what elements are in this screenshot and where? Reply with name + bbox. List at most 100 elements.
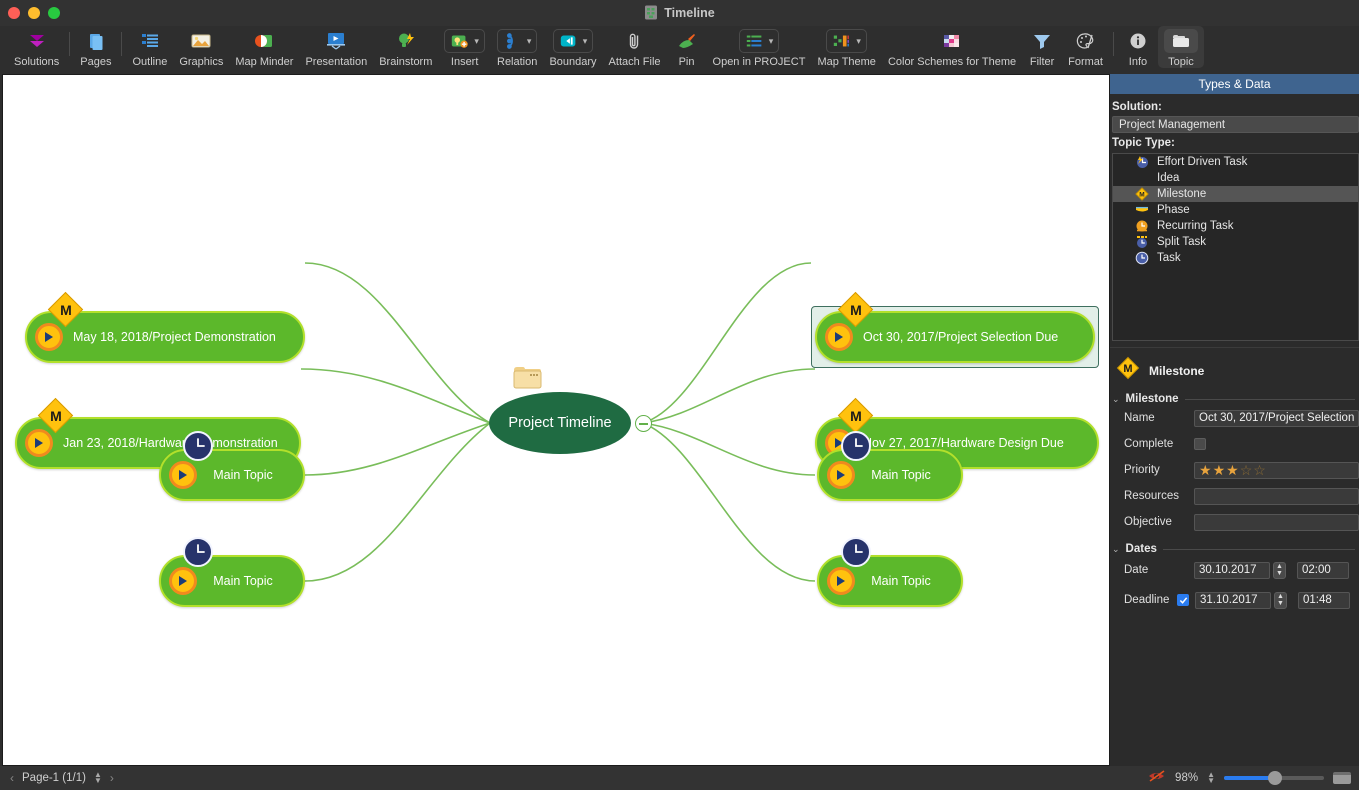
chevron-left-icon[interactable]: ‹ xyxy=(10,771,14,785)
chevron-down-icon[interactable]: ▾ xyxy=(769,36,774,46)
document-icon xyxy=(644,5,658,20)
field-row-complete: Complete xyxy=(1110,431,1359,457)
window-title: Timeline xyxy=(664,5,715,20)
deadline-time-input[interactable]: 01:48 xyxy=(1298,591,1350,609)
open-in-project-icon-box[interactable]: ▾ xyxy=(738,29,780,53)
topic-icon-box[interactable] xyxy=(1163,29,1198,53)
center-topic[interactable]: Project Timeline xyxy=(489,392,631,454)
toolbar-button-pin[interactable]: Pin xyxy=(667,26,707,68)
field-row-date: Date 30.10.2017 ▲ ▼ 02:00 xyxy=(1110,555,1359,585)
topic-node-label: Jan 23, 2018/Hardware Demonstration xyxy=(63,436,278,450)
page-stepper[interactable]: ▲ ▼ xyxy=(94,771,102,785)
toolbar-button-format[interactable]: Format xyxy=(1062,26,1109,68)
star-icon[interactable]: ☆ xyxy=(1240,463,1253,477)
resources-input[interactable] xyxy=(1194,487,1359,505)
mindmap-canvas[interactable]: Project Timeline M May 18, 2018/Project … xyxy=(2,74,1110,766)
toolbar: Solutions Pages Outline Graphics Map Min… xyxy=(0,26,1359,74)
play-icon xyxy=(827,461,855,489)
toolbar-button-boundary[interactable]: ▾ Boundary xyxy=(543,26,602,68)
toolbar-label: Outline xyxy=(132,56,168,68)
zoom-slider-handle[interactable] xyxy=(1268,771,1282,785)
star-icon[interactable]: ★ xyxy=(1199,463,1212,477)
collapse-toggle-button[interactable] xyxy=(635,415,652,432)
toolbar-button-open-in-project[interactable]: ▾ Open in PROJECT xyxy=(707,26,812,68)
star-icon[interactable]: ★ xyxy=(1213,463,1226,477)
toolbar-button-solutions[interactable]: Solutions xyxy=(8,26,65,68)
zoom-stepper[interactable]: ▲ ▼ xyxy=(1207,771,1215,785)
toolbar-label: Insert xyxy=(450,56,479,68)
toolbar-button-graphics[interactable]: Graphics xyxy=(173,26,229,68)
boundary-icon-box[interactable]: ▾ xyxy=(552,29,594,53)
priority-label: Priority xyxy=(1124,464,1160,476)
toolbar-button-info[interactable]: Info xyxy=(1118,26,1158,68)
star-icon[interactable]: ★ xyxy=(1226,463,1239,477)
milestone-section-header[interactable]: ⌄ Milestone xyxy=(1110,391,1359,405)
toolbar-button-filter[interactable]: Filter xyxy=(1022,26,1062,68)
toolbar-button-presentation[interactable]: Presentation xyxy=(299,26,373,68)
topic-node[interactable]: M Oct 30, 2017/Project Selection Due xyxy=(815,291,1095,363)
chevron-down-icon[interactable]: ▾ xyxy=(583,36,588,46)
milestone-icon: M xyxy=(1135,187,1149,201)
chevron-down-icon[interactable]: ⌄ xyxy=(1112,544,1120,555)
zoom-slider[interactable] xyxy=(1224,771,1324,785)
toolbar-button-map-theme[interactable]: ▾ Map Theme xyxy=(811,26,882,68)
section-divider xyxy=(1162,548,1355,550)
map-theme-icon-box[interactable]: ▾ xyxy=(826,29,867,53)
toolbar-button-pages[interactable]: Pages xyxy=(74,26,117,68)
deadline-stepper[interactable]: ▲ ▼ xyxy=(1274,591,1287,609)
toolbar-button-topic[interactable]: Topic xyxy=(1157,26,1204,68)
milestone-diamond-icon: M xyxy=(837,397,874,434)
topic-node[interactable]: Main Topic xyxy=(159,431,305,501)
topic-node[interactable]: M May 18, 2018/Project Demonstration xyxy=(25,291,305,363)
chevron-down-icon[interactable]: ▾ xyxy=(474,36,479,46)
topic-node[interactable]: Main Topic xyxy=(817,537,963,607)
deadline-checkbox[interactable] xyxy=(1177,594,1189,606)
connector-line xyxy=(300,368,491,424)
toolbar-label: Info xyxy=(1128,56,1148,68)
topic-type-item-phase[interactable]: Phase xyxy=(1113,202,1358,218)
date-stepper[interactable]: ▲ ▼ xyxy=(1273,561,1286,579)
chevron-down-icon[interactable]: ▾ xyxy=(856,36,861,46)
toolbar-button-relation[interactable]: ▾ Relation xyxy=(491,26,544,68)
title-bar: Timeline xyxy=(0,0,1359,26)
toolbar-button-attach-file[interactable]: Attach File xyxy=(603,26,667,68)
chevron-down-icon[interactable]: ▾ xyxy=(527,36,532,46)
topic-type-item-idea[interactable]: Idea xyxy=(1113,170,1358,186)
topic-icon xyxy=(1172,35,1189,47)
toolbar-button-insert[interactable]: ▾ Insert xyxy=(438,26,491,68)
chevron-right-icon[interactable]: › xyxy=(110,771,114,785)
window-title-group: Timeline xyxy=(0,5,1359,20)
topic-type-item-split-task[interactable]: Split Task xyxy=(1113,234,1358,250)
topic-type-item-task[interactable]: Task xyxy=(1113,250,1358,266)
dates-section-header[interactable]: ⌄ Dates xyxy=(1110,541,1359,555)
star-icon[interactable]: ☆ xyxy=(1253,463,1266,477)
topic-node-label: Main Topic xyxy=(871,574,931,588)
date-input[interactable]: 30.10.2017 xyxy=(1194,561,1270,579)
topic-type-list[interactable]: Effort Driven Task Idea M Milestone Phas… xyxy=(1112,153,1359,341)
topic-node[interactable]: Main Topic xyxy=(159,537,305,607)
task-icon xyxy=(1135,251,1149,265)
complete-checkbox[interactable] xyxy=(1194,438,1206,450)
deadline-input[interactable]: 31.10.2017 xyxy=(1195,591,1271,609)
chevron-down-icon[interactable]: ⌄ xyxy=(1112,394,1120,405)
toolbar-button-map-minder[interactable]: Map Minder xyxy=(229,26,299,68)
brainstorm-icon xyxy=(395,29,417,53)
solution-dropdown[interactable]: Project Management xyxy=(1112,116,1359,133)
eye-hidden-icon[interactable] xyxy=(1148,769,1166,788)
topic-type-item-milestone[interactable]: M Milestone xyxy=(1113,186,1358,202)
toolbar-button-color-schemes[interactable]: Color Schemes for Theme xyxy=(882,26,1022,68)
toolbar-button-outline[interactable]: Outline xyxy=(126,26,173,68)
topic-node[interactable]: Main Topic xyxy=(817,431,963,501)
relation-icon-box[interactable]: ▾ xyxy=(496,29,538,53)
date-time-input[interactable]: 02:00 xyxy=(1297,561,1349,579)
toolbar-label: Relation xyxy=(497,56,538,68)
topic-type-item-effort-driven-task[interactable]: Effort Driven Task xyxy=(1113,154,1358,170)
objective-input[interactable] xyxy=(1194,513,1359,531)
toolbar-divider xyxy=(121,32,123,56)
priority-rating[interactable]: ★ ★ ★ ☆ ☆ xyxy=(1194,461,1359,479)
fit-page-icon[interactable] xyxy=(1333,772,1351,784)
topic-type-item-recurring-task[interactable]: Recurring Task xyxy=(1113,218,1358,234)
name-input[interactable]: Oct 30, 2017/Project Selection Due xyxy=(1194,409,1359,427)
toolbar-button-brainstorm[interactable]: Brainstorm xyxy=(373,26,438,68)
insert-icon-box[interactable]: ▾ xyxy=(444,29,485,53)
